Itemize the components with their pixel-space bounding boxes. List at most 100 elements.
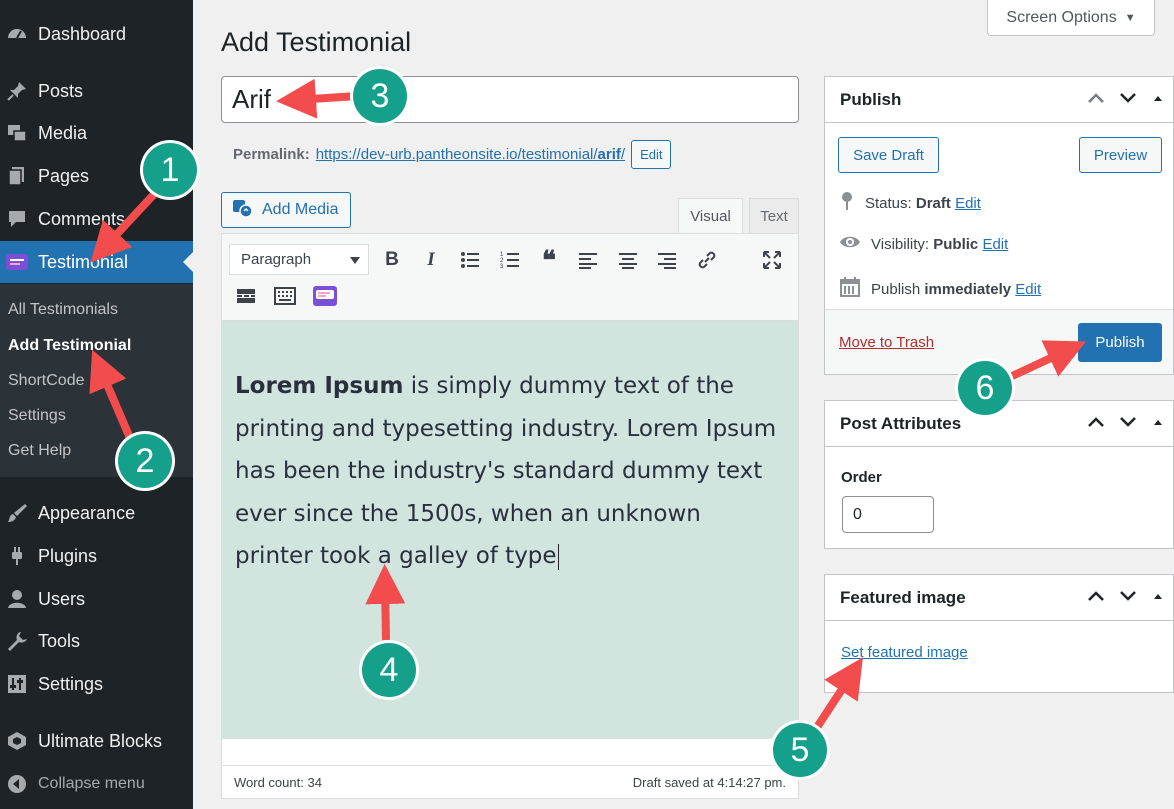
menu-item-ultimate-blocks[interactable]: Ultimate Blocks <box>0 720 193 762</box>
publish-label: Publish <box>871 280 921 298</box>
add-media-button[interactable]: Add Media <box>221 192 351 228</box>
permalink-label: Permalink: <box>233 146 310 163</box>
permalink-base: https://dev-urb.pantheonsite.io/testimon… <box>315 146 598 163</box>
menu-item-tools[interactable]: Tools <box>0 620 193 662</box>
order-value: 0 <box>853 505 862 523</box>
menu-item-plugins[interactable]: Plugins <box>0 535 193 577</box>
menu-item-testimonial[interactable]: Testimonial <box>0 241 193 283</box>
user-icon <box>5 587 29 611</box>
schedule-row: Publish immediately Edit <box>839 276 1041 302</box>
post-title-input[interactable]: Arif <box>221 76 799 123</box>
add-media-label: Add Media <box>262 201 339 218</box>
menu-label: Testimonial <box>38 251 129 272</box>
editor-status-bar: Word count: 34 Draft saved at 4:14:27 pm… <box>222 765 798 798</box>
visibility-row: Visibility: Public Edit <box>839 234 1008 254</box>
chevron-down-icon[interactable] <box>1119 89 1137 109</box>
schedule-edit-link[interactable]: Edit <box>1015 281 1041 298</box>
annotation-badge-1: 1 <box>143 143 197 197</box>
status-edit-link[interactable]: Edit <box>955 195 981 212</box>
editor-content[interactable]: Lorem Ipsum is simply dummy text of the … <box>222 321 798 739</box>
comment-icon <box>5 207 29 231</box>
featured-image-box: Featured image Set featured image <box>824 574 1174 693</box>
submenu-all-testimonials[interactable]: All Testimonials <box>8 301 118 319</box>
menu-item-posts[interactable]: Posts <box>0 70 193 112</box>
annotation-badge-3: 3 <box>353 69 407 123</box>
status-value: Draft <box>915 194 951 212</box>
post-title-value: Arif <box>232 84 271 114</box>
save-draft-button[interactable]: Save Draft <box>838 137 939 173</box>
toggle-triangle-icon[interactable] <box>1151 89 1165 109</box>
format-select[interactable]: Paragraph <box>229 244 369 275</box>
annotation-badge-5: 5 <box>773 723 827 777</box>
align-center-icon[interactable] <box>613 245 643 275</box>
menu-item-settings[interactable]: Settings <box>0 663 193 705</box>
collapse-label: Collapse menu <box>38 775 145 792</box>
keyboard-icon[interactable] <box>270 281 300 311</box>
content-bold-text: Lorem Ipsum <box>235 373 404 399</box>
toggle-triangle-icon[interactable] <box>1151 587 1165 607</box>
fullscreen-icon[interactable] <box>757 245 787 275</box>
page-title: Add Testimonial <box>221 27 412 57</box>
screen-options-button[interactable]: Screen Options ▼ <box>987 0 1155 36</box>
annotation-badge-6: 6 <box>958 361 1012 415</box>
menu-label: Tools <box>38 630 81 651</box>
add-media-icon <box>232 198 254 223</box>
visibility-edit-link[interactable]: Edit <box>982 236 1008 253</box>
visibility-value: Public <box>933 235 979 253</box>
menu-item-comments[interactable]: Comments <box>0 198 193 240</box>
submenu-add-testimonial[interactable]: Add Testimonial <box>8 337 131 355</box>
word-count: Word count: 34 <box>234 774 322 790</box>
publish-button[interactable]: Publish <box>1078 323 1162 362</box>
align-left-icon[interactable] <box>573 245 603 275</box>
menu-item-dashboard[interactable]: Dashboard <box>0 13 193 55</box>
chevron-up-icon[interactable] <box>1087 413 1105 433</box>
draft-saved-status: Draft saved at 4:14:27 pm. <box>632 774 786 790</box>
admin-sidebar: Dashboard Posts Media Pages Comments Tes… <box>0 0 193 809</box>
permalink-slug: arif <box>597 146 621 163</box>
menu-label: Comments <box>38 208 126 229</box>
menu-item-appearance[interactable]: Appearance <box>0 492 193 534</box>
collapse-menu-button[interactable]: Collapse menu <box>0 763 193 805</box>
italic-icon[interactable]: I <box>416 245 446 275</box>
permalink-edit-button[interactable]: Edit <box>631 140 672 169</box>
link-icon[interactable] <box>692 245 722 275</box>
box-controls <box>1087 413 1165 433</box>
chevron-up-icon[interactable] <box>1087 587 1105 607</box>
chevron-down-icon[interactable] <box>1119 413 1137 433</box>
menu-label: Media <box>38 122 88 143</box>
publish-box-title: Publish <box>840 89 902 109</box>
tab-text[interactable]: Text <box>749 198 799 234</box>
read-more-icon[interactable] <box>231 281 261 311</box>
set-featured-image-link[interactable]: Set featured image <box>841 644 968 661</box>
eye-icon <box>839 234 861 254</box>
triangle-down-icon: ▼ <box>1124 11 1136 24</box>
numbered-list-icon[interactable]: 123 <box>495 245 525 275</box>
testimonial-icon <box>5 250 29 274</box>
submenu-shortcode[interactable]: ShortCode <box>8 372 85 390</box>
status-label: Status: <box>865 194 912 212</box>
status-row: Status: Draft Edit <box>839 191 981 215</box>
media-icon <box>5 121 29 145</box>
submenu-settings[interactable]: Settings <box>8 407 66 425</box>
post-attributes-box: Post Attributes Order 0 <box>824 400 1174 549</box>
preview-button[interactable]: Preview <box>1079 137 1162 173</box>
submenu-get-help[interactable]: Get Help <box>8 442 71 460</box>
dashboard-icon <box>5 22 29 46</box>
box-controls <box>1087 89 1165 109</box>
pages-icon <box>5 164 29 188</box>
bold-icon[interactable]: B <box>377 245 407 275</box>
chevron-up-icon[interactable] <box>1087 89 1105 109</box>
menu-item-users[interactable]: Users <box>0 578 193 620</box>
order-input[interactable]: 0 <box>842 496 934 533</box>
permalink-link[interactable]: https://dev-urb.pantheonsite.io/testimon… <box>316 146 625 163</box>
blockquote-icon[interactable]: ❝ <box>534 245 564 275</box>
toggle-triangle-icon[interactable] <box>1151 413 1165 433</box>
testimonial-insert-icon[interactable] <box>310 281 340 311</box>
bulleted-list-icon[interactable] <box>455 245 485 275</box>
move-to-trash-link[interactable]: Move to Trash <box>839 334 934 351</box>
chevron-down-icon[interactable] <box>1119 587 1137 607</box>
tab-visual[interactable]: Visual <box>678 198 743 234</box>
align-right-icon[interactable] <box>652 245 682 275</box>
menu-label: Posts <box>38 80 84 101</box>
brush-icon <box>5 501 29 525</box>
